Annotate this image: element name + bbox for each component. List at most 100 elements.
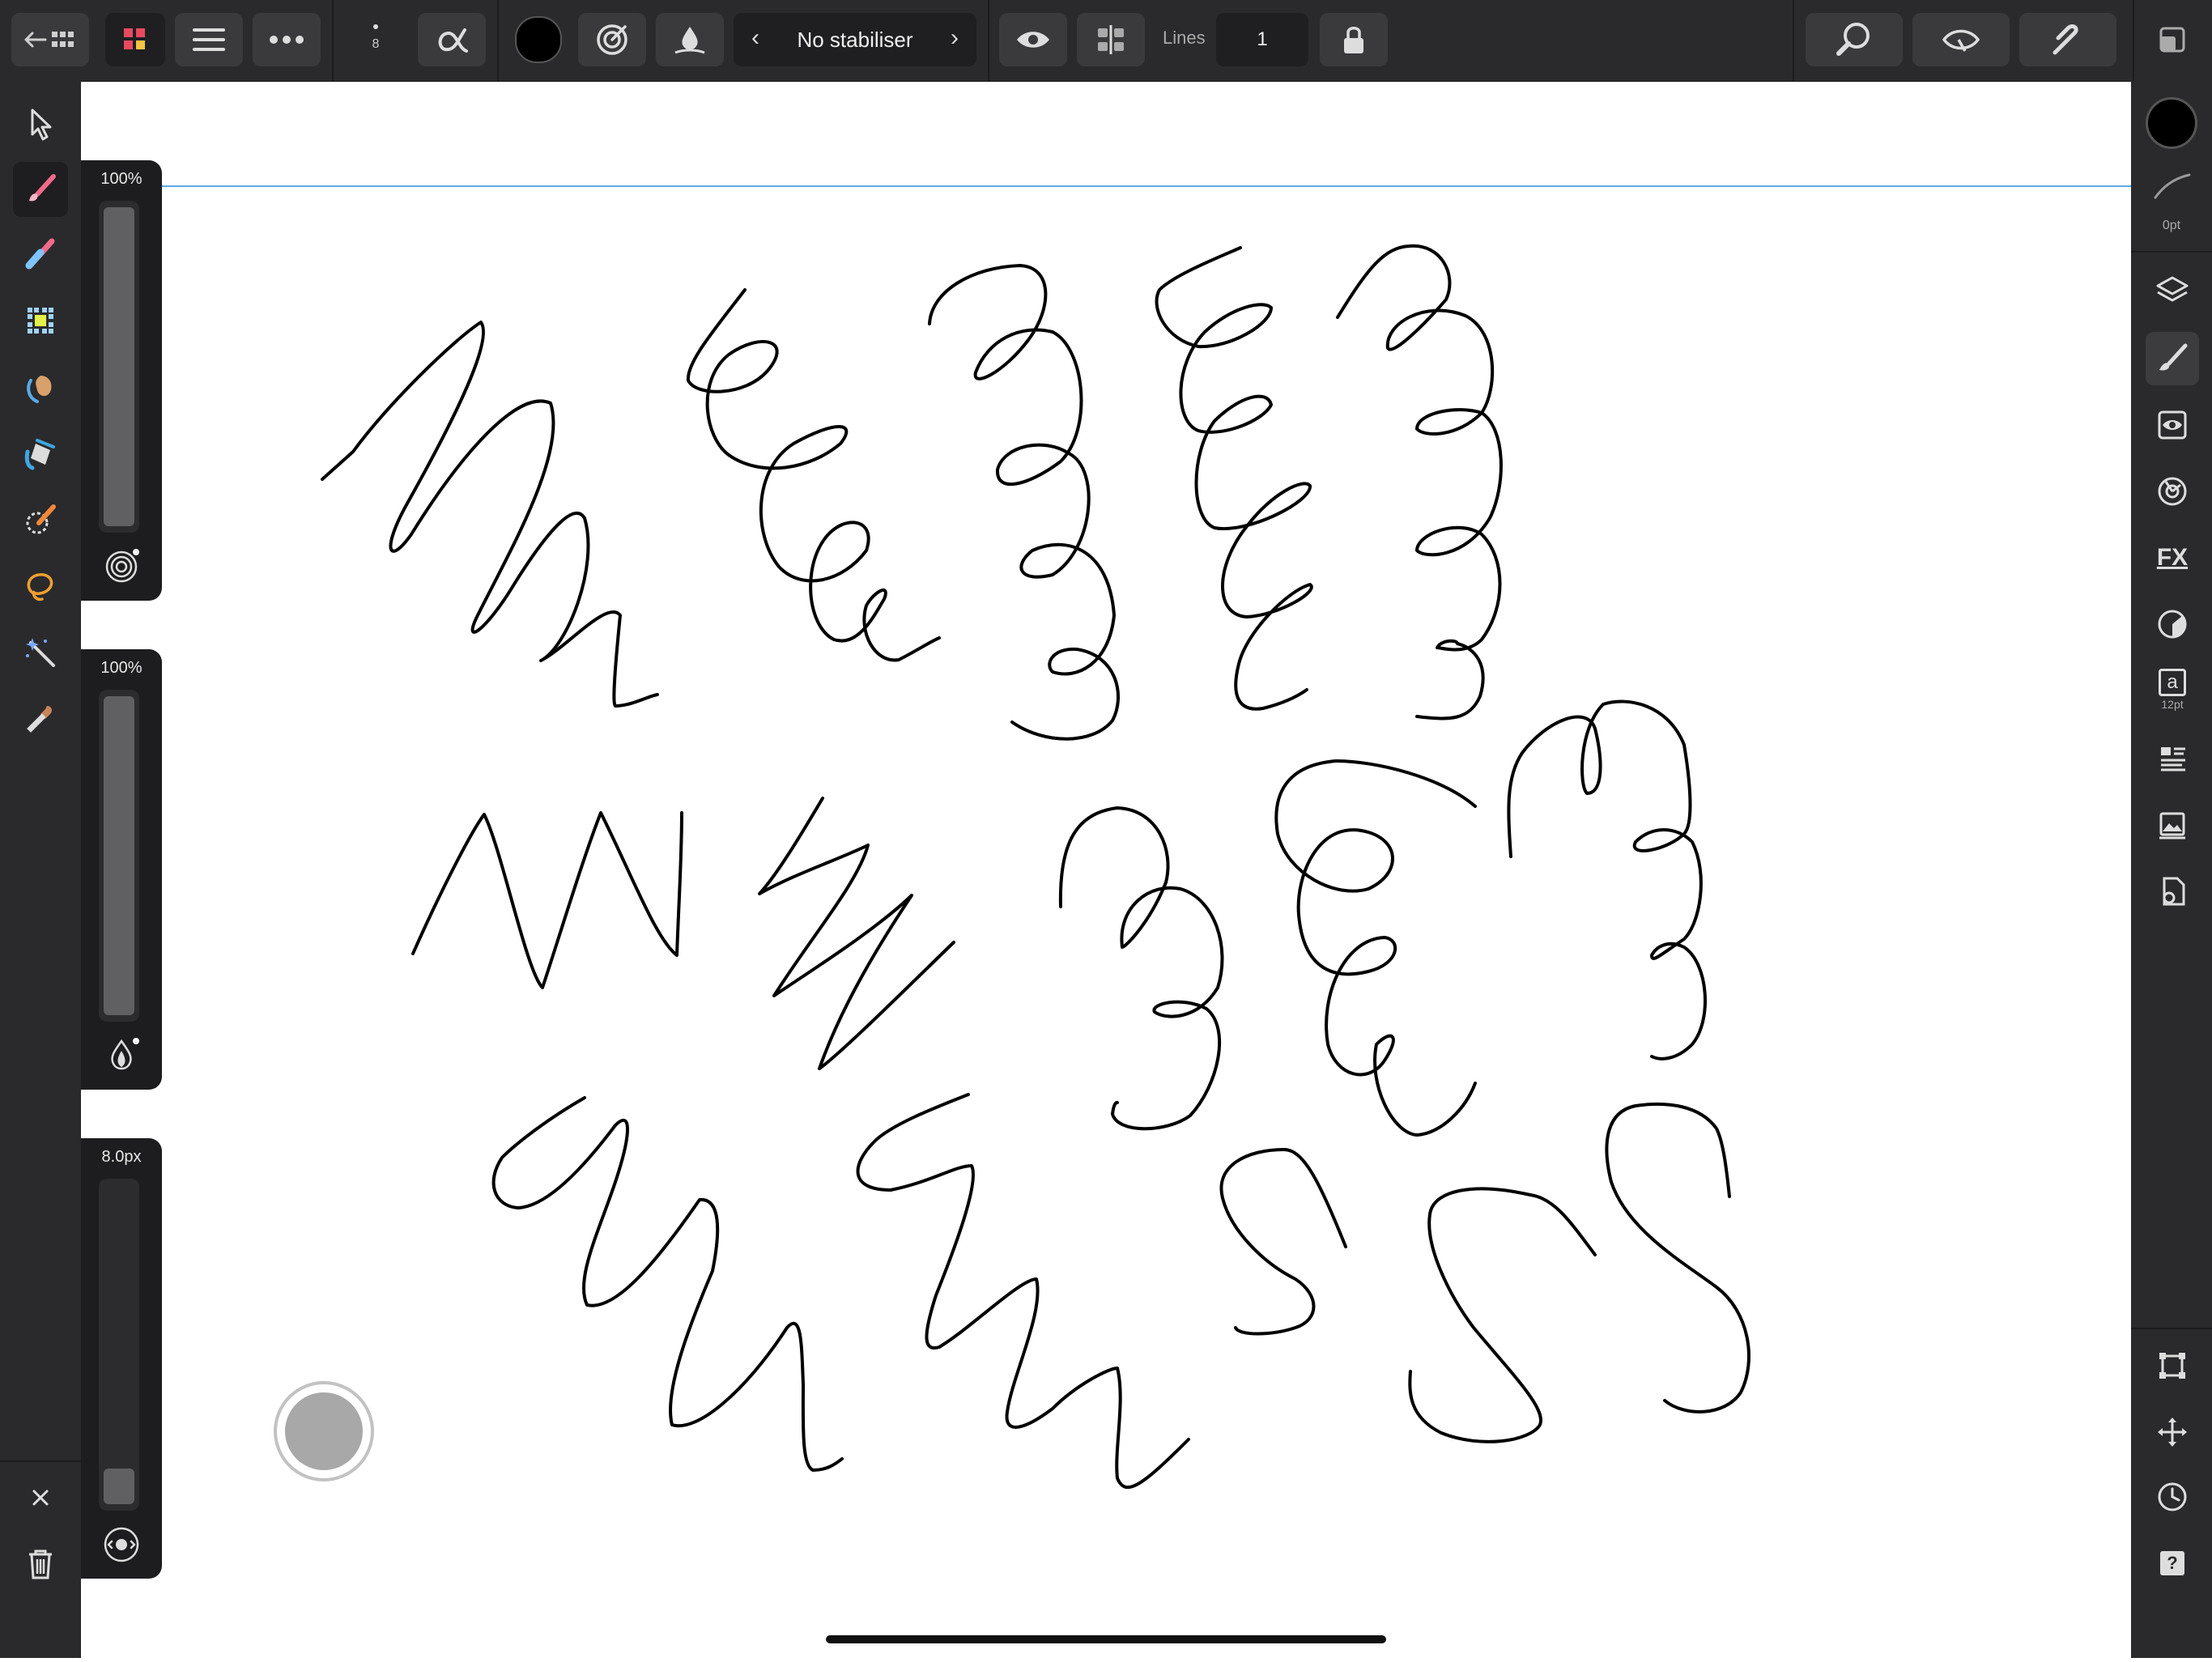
smudge-tool[interactable] xyxy=(13,359,68,414)
stabiliser-control[interactable]: ‹ No stabiliser › xyxy=(734,13,976,66)
stroke-coils-2 xyxy=(1336,244,1503,720)
stroke-s-1 xyxy=(1219,1148,1347,1336)
stabiliser-prev-button[interactable]: ‹ xyxy=(751,24,759,52)
canvas-strokes xyxy=(321,244,1750,1490)
eye-icon xyxy=(1017,32,1049,48)
stroke-swatch[interactable] xyxy=(2146,170,2197,210)
fill-color-swatch[interactable] xyxy=(2146,97,2197,149)
stock-studio-button[interactable] xyxy=(2146,798,2199,852)
image-stock-icon xyxy=(2159,812,2185,840)
text-size-label: 12pt xyxy=(2161,698,2184,711)
stroke-loops-1 xyxy=(686,288,941,662)
lines-field[interactable]: 1 xyxy=(1216,13,1308,66)
assistant-icon xyxy=(597,24,627,55)
drawing-canvas[interactable] xyxy=(81,81,2131,1658)
flow-toggle[interactable] xyxy=(99,1033,144,1078)
alpha-button[interactable] xyxy=(418,13,486,66)
more-button[interactable] xyxy=(253,13,321,66)
stroke-curve-icon xyxy=(2154,173,2191,199)
document-settings-button[interactable] xyxy=(2146,865,2199,918)
back-to-gallery-button[interactable] xyxy=(11,13,89,66)
brush-dot-icon xyxy=(373,24,378,29)
selection-brush-icon xyxy=(26,504,56,534)
navigator-studio-button[interactable] xyxy=(2146,465,2199,518)
flood-fill-tool[interactable] xyxy=(13,426,68,481)
brush-size-button[interactable]: 8 xyxy=(342,13,410,66)
stabiliser-next-button[interactable]: › xyxy=(951,24,959,52)
stroke-zigzag-5 xyxy=(856,1093,1190,1490)
opacity-toggle[interactable] xyxy=(99,544,144,589)
magic-wand-tool[interactable] xyxy=(13,625,68,680)
close-icon xyxy=(32,1490,49,1506)
stroke-width-label: 0pt xyxy=(2162,219,2181,232)
text-studio-button[interactable]: a 12pt xyxy=(2146,664,2199,717)
menu-button[interactable] xyxy=(175,13,243,66)
delete-button[interactable] xyxy=(13,1537,68,1592)
transform-icon xyxy=(2159,1353,2185,1379)
stroke-s-2 xyxy=(1408,1187,1597,1443)
freehand-selection-tool[interactable] xyxy=(13,559,68,614)
navigator-icon xyxy=(2158,477,2187,506)
snapping-button[interactable] xyxy=(2019,13,2116,66)
width-slider-fill xyxy=(104,1469,134,1504)
pixel-tool[interactable] xyxy=(13,293,68,348)
quick-menu-button[interactable] xyxy=(274,1381,374,1481)
lock-button[interactable] xyxy=(1320,13,1388,66)
transform-studio-button[interactable] xyxy=(2146,1339,2199,1392)
flow-slider-fill xyxy=(104,696,134,1015)
width-panel: 8.0px xyxy=(81,1138,162,1579)
stroke-zigzag-1 xyxy=(321,321,659,708)
width-pressure-icon xyxy=(104,1527,139,1562)
color-studio-button[interactable] xyxy=(2146,597,2199,651)
symmetry-button[interactable] xyxy=(1077,13,1145,66)
opacity-slider[interactable] xyxy=(99,201,139,533)
stroke-coils-4 xyxy=(1507,699,1707,1061)
fx-icon: FX xyxy=(2156,544,2189,571)
wet-edges-button[interactable] xyxy=(656,13,724,66)
erase-brush-tool[interactable] xyxy=(13,227,68,282)
fx-studio-button[interactable]: FX xyxy=(2146,531,2199,584)
view-toggle-button[interactable] xyxy=(999,13,1067,66)
home-indicator[interactable] xyxy=(826,1635,1386,1643)
adjustments-studio-button[interactable] xyxy=(2146,398,2199,452)
close-button[interactable] xyxy=(13,1470,68,1525)
zoom-button[interactable] xyxy=(1806,13,1903,66)
width-slider[interactable] xyxy=(99,1179,139,1511)
assistant-button[interactable] xyxy=(578,13,646,66)
flow-slider[interactable] xyxy=(99,690,139,1022)
history-list-studio-button[interactable] xyxy=(2146,732,2199,785)
snapping-icon xyxy=(2052,24,2078,55)
brushes-studio-button[interactable] xyxy=(2146,332,2199,385)
paint-brush-icon xyxy=(29,174,56,202)
lines-label: Lines xyxy=(1163,28,1206,48)
quick-menu-dot-icon xyxy=(285,1392,363,1470)
document-settings-icon xyxy=(2163,877,2185,906)
color-picker-tool[interactable] xyxy=(13,691,68,746)
layers-studio-button[interactable] xyxy=(2146,264,2199,317)
symmetry-icon xyxy=(1098,25,1124,54)
zoom-icon xyxy=(1836,23,1870,56)
fullscreen-icon xyxy=(2159,27,2185,53)
more-dots-icon xyxy=(270,36,304,44)
alpha-icon xyxy=(438,28,468,53)
clock-icon xyxy=(2158,1482,2187,1511)
guide-line xyxy=(81,185,2131,187)
brushes-icon xyxy=(2159,343,2188,371)
stroke-zigzag-2 xyxy=(411,811,683,989)
persona-button[interactable] xyxy=(105,13,165,66)
trash-icon xyxy=(29,1549,52,1579)
opacity-value: 100% xyxy=(100,170,143,188)
paint-brush-tool[interactable] xyxy=(13,162,68,217)
fullscreen-button[interactable] xyxy=(2146,13,2199,66)
help-button[interactable]: ? xyxy=(2146,1537,2199,1590)
selection-brush-tool[interactable] xyxy=(13,492,68,547)
width-toggle[interactable] xyxy=(99,1522,144,1567)
move-tool[interactable] xyxy=(13,97,68,152)
color-button[interactable] xyxy=(508,13,568,66)
move-canvas-button[interactable] xyxy=(2146,1405,2199,1459)
history-button[interactable] xyxy=(2146,1470,2199,1524)
view-mode-button[interactable] xyxy=(1912,13,2010,66)
lock-icon xyxy=(1344,27,1363,53)
color-picker-icon xyxy=(27,706,53,733)
opacity-panel: 100% xyxy=(81,160,162,601)
